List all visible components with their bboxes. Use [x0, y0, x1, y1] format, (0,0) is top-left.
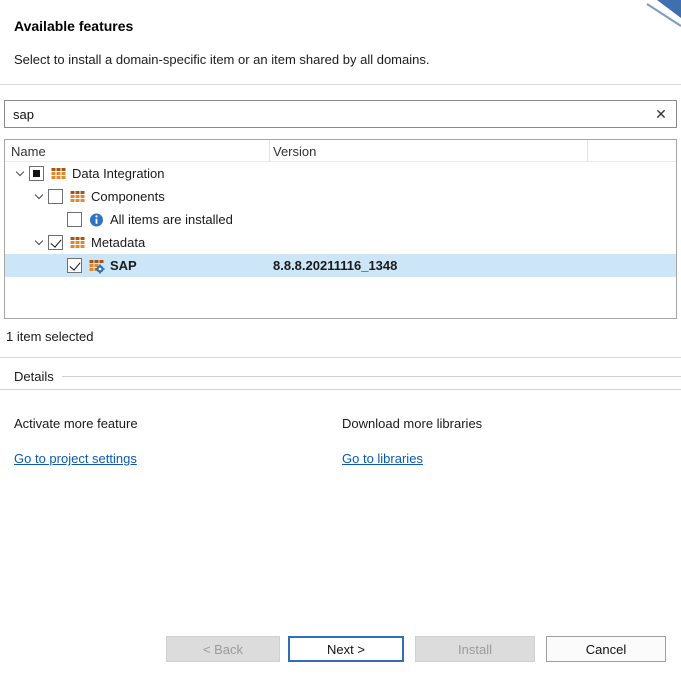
details-group-header: Details	[0, 369, 681, 384]
tree-row-label: All items are installed	[110, 212, 233, 227]
header-separator	[0, 84, 681, 85]
details-group-label: Details	[0, 369, 54, 384]
grid-icon	[69, 189, 86, 205]
tree-row-label: Data Integration	[72, 166, 165, 181]
column-divider	[587, 140, 588, 162]
group-etched-line	[62, 376, 681, 378]
status-separator	[0, 357, 681, 358]
checkbox-unchecked[interactable]	[67, 212, 82, 227]
tree-row-all-items-installed[interactable]: All items are installed	[5, 208, 676, 231]
table-header: Name Version	[5, 140, 676, 162]
search-box: ✕	[4, 100, 677, 128]
group-etched-line	[0, 389, 681, 391]
back-button: < Back	[166, 636, 280, 662]
tree-row-components[interactable]: Components	[5, 185, 676, 208]
column-header-version: Version	[273, 140, 316, 162]
grid-icon	[69, 235, 86, 251]
activate-heading: Activate more feature	[14, 416, 138, 431]
tree-row-sap[interactable]: SAP 8.8.8.20211116_1348	[5, 254, 676, 277]
chevron-down-icon[interactable]	[11, 162, 29, 185]
next-button[interactable]: Next >	[288, 636, 404, 662]
column-divider	[269, 140, 270, 162]
chevron-down-icon[interactable]	[30, 231, 48, 254]
download-heading: Download more libraries	[342, 416, 482, 431]
cancel-button[interactable]: Cancel	[546, 636, 666, 662]
tree-row-metadata[interactable]: Metadata	[5, 231, 676, 254]
checkbox-checked[interactable]	[48, 235, 63, 250]
column-header-name: Name	[11, 140, 46, 162]
tree-row-version: 8.8.8.20211116_1348	[273, 254, 397, 277]
grid-gear-icon	[88, 258, 105, 274]
install-button: Install	[415, 636, 535, 662]
tree-row-label: SAP	[110, 258, 137, 273]
checkbox-unchecked[interactable]	[48, 189, 63, 204]
clear-icon[interactable]: ✕	[646, 106, 676, 123]
corner-decoration	[637, 0, 681, 28]
checkbox-checked[interactable]	[67, 258, 82, 273]
tree-row-data-integration[interactable]: Data Integration	[5, 162, 676, 185]
project-settings-link[interactable]: Go to project settings	[14, 451, 137, 466]
checkbox-partial[interactable]	[29, 166, 44, 181]
feature-tree-table: Name Version Data Integration Components	[4, 139, 677, 319]
info-icon	[88, 212, 105, 228]
page-subtitle: Select to install a domain-specific item…	[14, 52, 429, 67]
tree-row-label: Metadata	[91, 235, 145, 250]
tree-row-label: Components	[91, 189, 165, 204]
libraries-link[interactable]: Go to libraries	[342, 451, 423, 466]
page-title: Available features	[14, 18, 133, 34]
grid-icon	[50, 166, 67, 182]
selection-status: 1 item selected	[6, 329, 93, 344]
search-input[interactable]	[5, 101, 646, 127]
chevron-down-icon[interactable]	[30, 185, 48, 208]
